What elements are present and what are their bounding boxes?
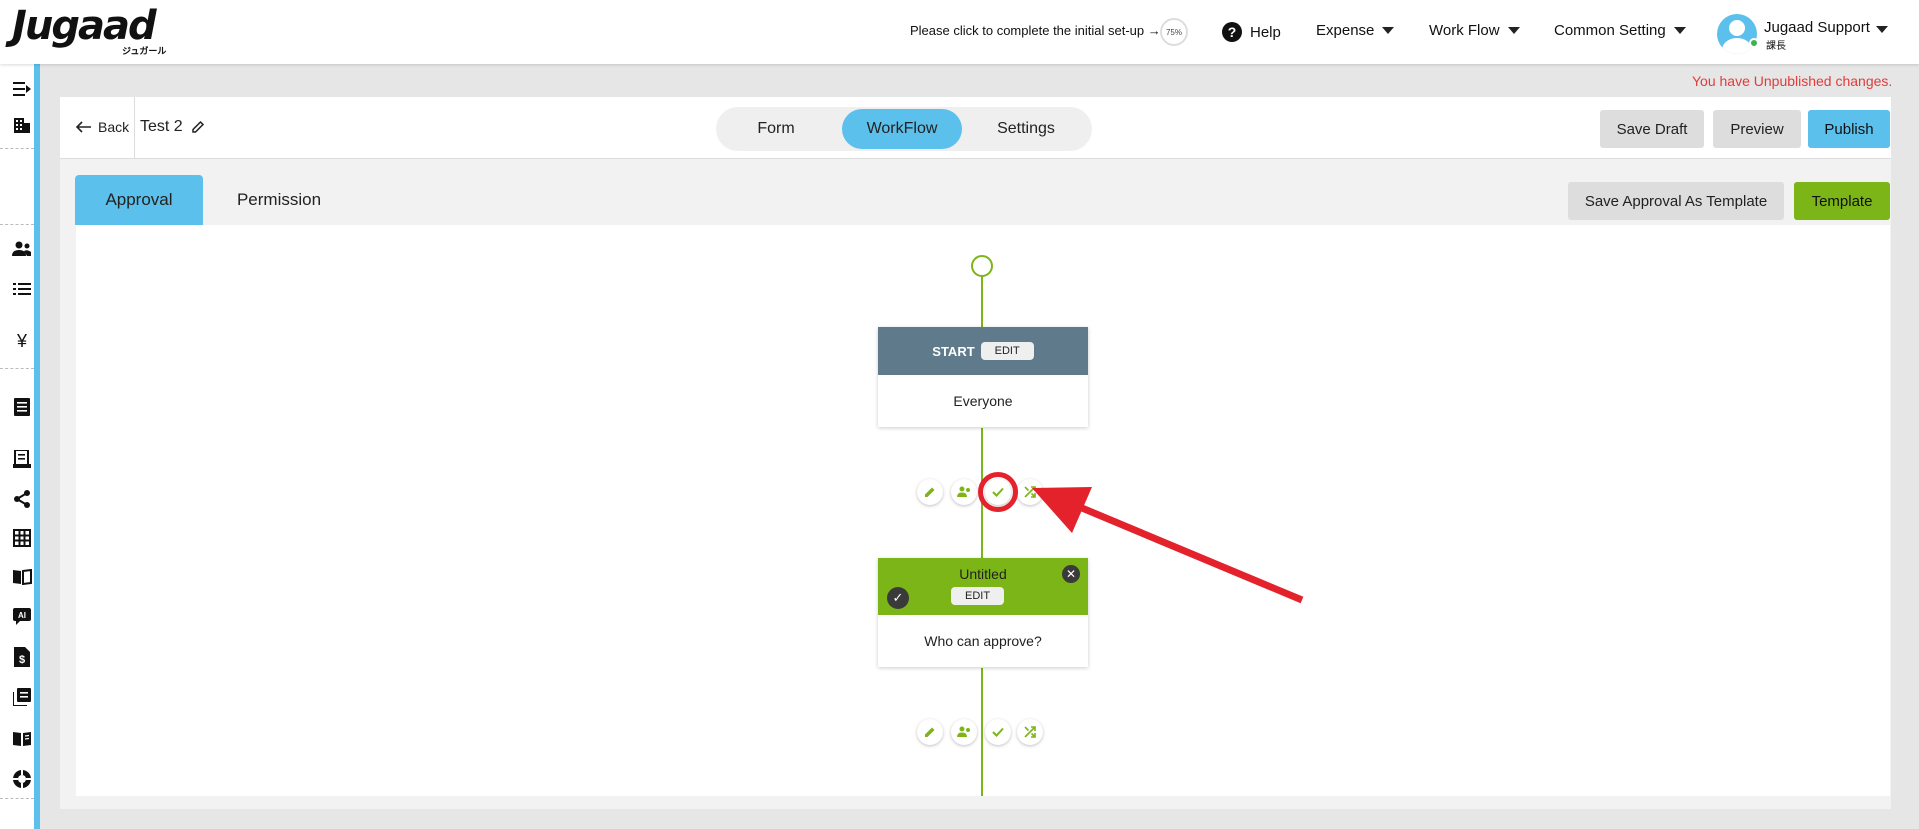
user-menu-chevron-icon[interactable] bbox=[1876, 26, 1888, 33]
approval-edit-button[interactable]: EDIT bbox=[951, 587, 1005, 605]
pencil-icon[interactable] bbox=[917, 719, 943, 745]
invoice-dollar-icon[interactable]: $ bbox=[11, 646, 33, 668]
help-label: Help bbox=[1250, 23, 1281, 41]
save-approval-template-button[interactable]: Save Approval As Template bbox=[1568, 182, 1784, 220]
flow-connector bbox=[981, 277, 983, 328]
common-setting-label: Common Setting bbox=[1554, 22, 1666, 39]
book-icon[interactable] bbox=[11, 566, 33, 588]
building-icon[interactable] bbox=[11, 114, 33, 136]
avatar[interactable] bbox=[1717, 14, 1757, 54]
preview-button[interactable]: Preview bbox=[1713, 110, 1801, 148]
annotation-highlight-circle bbox=[978, 472, 1018, 512]
users-icon[interactable] bbox=[11, 238, 33, 260]
flow-connector bbox=[981, 668, 983, 796]
save-draft-button[interactable]: Save Draft bbox=[1600, 110, 1704, 148]
yen-icon[interactable]: ¥ bbox=[11, 330, 33, 352]
start-node-body: Everyone bbox=[953, 393, 1013, 409]
logo-subtext: ジュガール bbox=[122, 46, 167, 56]
collapse-menu-icon[interactable] bbox=[11, 78, 33, 100]
chevron-down-icon bbox=[1673, 27, 1686, 34]
user-role: 課長 bbox=[1766, 41, 1786, 52]
users-icon[interactable] bbox=[951, 719, 977, 745]
tab-settings[interactable]: Settings bbox=[970, 109, 1082, 149]
common-setting-menu[interactable]: Common Setting bbox=[1554, 22, 1686, 39]
ai-chat-icon[interactable]: AI bbox=[11, 606, 33, 628]
pencil-icon[interactable] bbox=[917, 479, 943, 505]
svg-text:$: $ bbox=[19, 654, 25, 666]
svg-text:AI: AI bbox=[18, 611, 26, 620]
app-logo[interactable]: Jugaad ジュガール bbox=[12, 3, 166, 56]
template-button[interactable]: Template bbox=[1794, 182, 1890, 220]
expense-label: Expense bbox=[1316, 22, 1375, 39]
grid-icon[interactable] bbox=[11, 527, 33, 549]
library-icon[interactable] bbox=[11, 686, 33, 708]
tab-approval[interactable]: Approval bbox=[75, 175, 203, 225]
receipt-icon[interactable] bbox=[11, 448, 33, 470]
pencil-icon bbox=[191, 120, 204, 133]
start-node-label: START bbox=[932, 343, 975, 359]
editor-tabs: Form WorkFlow Settings bbox=[716, 107, 1092, 151]
annotation-arrow-icon bbox=[1032, 487, 1304, 604]
share-icon[interactable] bbox=[11, 488, 33, 510]
publish-button[interactable]: Publish bbox=[1808, 110, 1890, 148]
sidebar: ¥ AI $ bbox=[0, 64, 40, 829]
user-name[interactable]: Jugaad Support bbox=[1764, 19, 1870, 36]
arrow-left-icon bbox=[76, 121, 91, 133]
help-link[interactable]: ? Help bbox=[1222, 22, 1281, 42]
top-navbar: Jugaad ジュガール Please click to complete th… bbox=[0, 0, 1919, 64]
workflow-label: Work Flow bbox=[1429, 22, 1500, 39]
logo-text: Jugaad bbox=[12, 3, 157, 49]
unpublished-changes-notice: You have Unpublished changes. bbox=[1692, 73, 1893, 89]
chevron-down-icon bbox=[1382, 27, 1395, 34]
online-status-dot bbox=[1749, 38, 1759, 48]
check-circle-icon: ✓ bbox=[887, 587, 909, 609]
workflow-menu[interactable]: Work Flow bbox=[1429, 22, 1520, 39]
chevron-down-icon bbox=[1507, 27, 1520, 34]
manual-icon[interactable] bbox=[11, 728, 33, 750]
back-button[interactable]: Back bbox=[76, 119, 129, 135]
tab-form[interactable]: Form bbox=[720, 109, 832, 149]
form-header: Back Test 2 Form WorkFlow Settings Save … bbox=[60, 97, 1891, 159]
support-icon[interactable] bbox=[11, 768, 33, 790]
approval-node-body: Who can approve? bbox=[924, 633, 1042, 649]
setup-progress[interactable]: 75% bbox=[1160, 18, 1188, 46]
list-icon[interactable] bbox=[11, 278, 33, 300]
start-node[interactable]: START EDIT Everyone bbox=[878, 327, 1088, 427]
tab-workflow[interactable]: WorkFlow bbox=[842, 109, 962, 149]
help-icon: ? bbox=[1222, 22, 1242, 42]
setup-prompt[interactable]: Please click to complete the initial set… bbox=[910, 23, 1161, 38]
users-icon[interactable] bbox=[951, 479, 977, 505]
start-edit-button[interactable]: EDIT bbox=[980, 342, 1034, 360]
form-title[interactable]: Test 2 bbox=[140, 118, 205, 136]
expense-menu[interactable]: Expense bbox=[1316, 22, 1395, 39]
check-icon[interactable] bbox=[985, 719, 1011, 745]
start-node-header: START EDIT bbox=[878, 327, 1088, 375]
flow-start-marker bbox=[971, 255, 993, 277]
form-title-text: Test 2 bbox=[140, 118, 183, 135]
document-icon[interactable] bbox=[11, 396, 33, 418]
shuffle-icon[interactable] bbox=[1017, 719, 1043, 745]
tab-permission[interactable]: Permission bbox=[215, 175, 343, 225]
back-label: Back bbox=[98, 119, 130, 135]
workflow-canvas bbox=[76, 225, 1890, 796]
